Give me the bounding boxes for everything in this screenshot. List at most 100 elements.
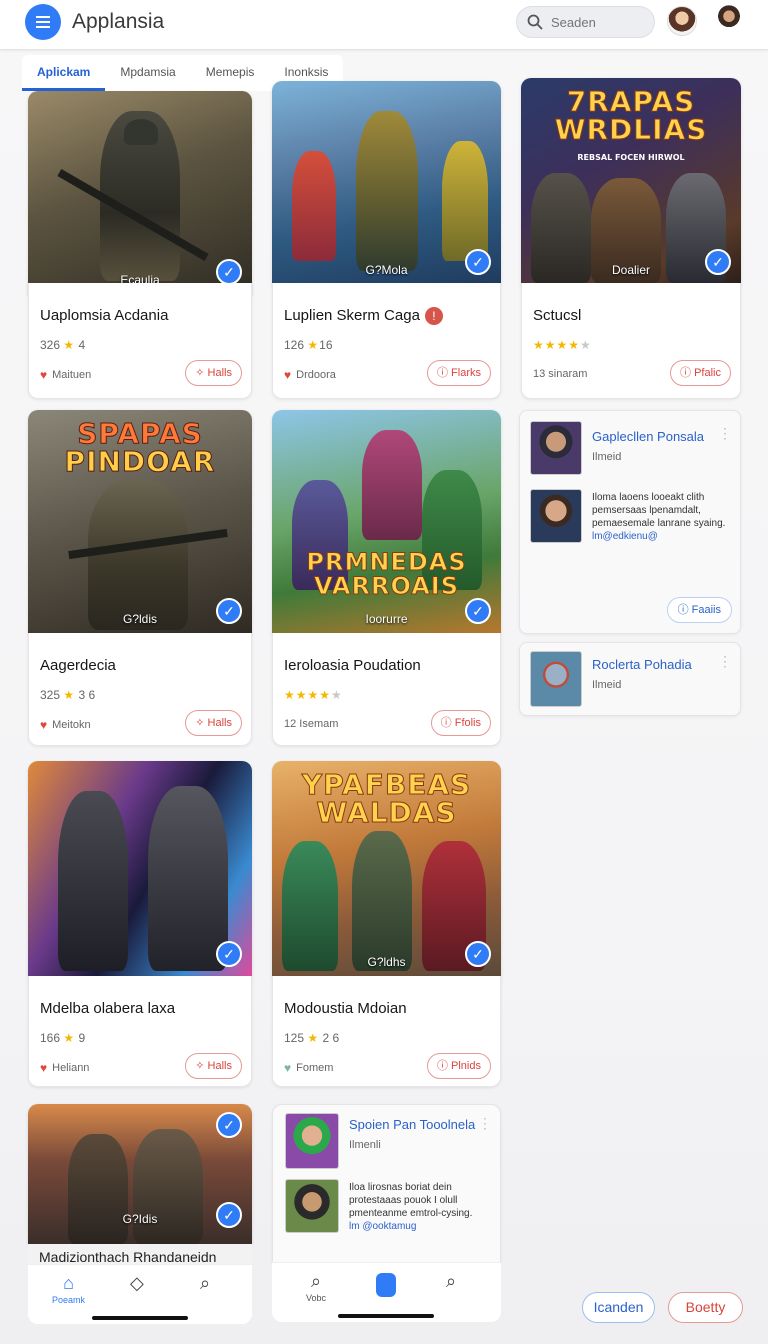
tab-memepis[interactable]: Memepis xyxy=(191,55,270,91)
game-thumbnail[interactable]: PRMNEDAS VARROAIS Ioorurre ✓ xyxy=(272,410,501,634)
card-meta: ♥ Drdoora xyxy=(284,368,336,382)
game-card[interactable]: Aagerdecia 325 ★ 3 6 ♥ Meitokn ✧ Halls xyxy=(28,633,252,746)
profile-name[interactable]: Gaplecllen Ponsala xyxy=(592,429,704,444)
game-title: Mdelba olabera laxa xyxy=(40,1000,176,1017)
nav-home[interactable]: ⌂ Poeamk xyxy=(52,1273,85,1305)
rating: 125 ★ 2 6 xyxy=(284,1031,340,1045)
game-thumbnail[interactable]: G?Idis ✓ ✓ xyxy=(28,1104,252,1244)
profile-avatar xyxy=(530,651,582,707)
nav-center[interactable] xyxy=(376,1273,396,1297)
hamburger-icon xyxy=(36,21,50,23)
card-meta: ♥ Meitokn xyxy=(40,718,91,732)
info-icon: ⓘ xyxy=(436,367,448,379)
nav-search[interactable]: ⌕ xyxy=(446,1271,456,1293)
game-title: Sctucsl xyxy=(533,307,582,324)
star-icon: ★ xyxy=(63,688,76,702)
game-card[interactable]: Ieroloasia Poudation ★★★★★ 12 Isemam ⓘ F… xyxy=(272,633,501,746)
game-thumbnail[interactable]: Ecaulia ✓ xyxy=(28,91,252,295)
profile-name[interactable]: Spoien Pan Tooolnela xyxy=(349,1117,475,1132)
check-icon[interactable]: ✓ xyxy=(705,249,731,275)
tab-mpdamsia[interactable]: Mpdamsia xyxy=(105,55,190,91)
search-box[interactable] xyxy=(516,6,655,38)
card-meta: 13 sinaram xyxy=(533,368,588,380)
nav-search-voice[interactable]: ⌕ Vobc xyxy=(306,1271,326,1303)
chat-bubble-icon: ◇ xyxy=(130,1273,144,1293)
rating: 325 ★ 3 6 xyxy=(40,688,96,702)
profile-card[interactable]: Spoien Pan Tooolnela Ilmenli ⋮ Iloa liro… xyxy=(272,1104,501,1264)
top-app-bar: Applansia xyxy=(0,0,768,50)
info-icon: ⓘ xyxy=(677,604,689,616)
check-icon[interactable]: ✓ xyxy=(465,598,491,624)
game-thumbnail[interactable]: YPAFBEAS WALDAS G?ldhs ✓ xyxy=(272,761,501,977)
profile-avatar xyxy=(285,1113,339,1169)
search-input[interactable] xyxy=(551,14,641,30)
game-thumbnail[interactable]: 7RAPAS WRDLIAS REBSAL FOCEN HIRWOL Doalier… xyxy=(521,78,741,285)
profile-card[interactable]: Gaplecllen Ponsala Ilmeid ⋮ Iloma laoens… xyxy=(519,410,741,634)
game-card[interactable]: Sctucsl ★★★★★ 13 sinaram ⓘ Pfalic xyxy=(521,283,741,399)
profile-subtitle: Ilmeid xyxy=(592,451,622,463)
star-icon: ★ xyxy=(307,1031,320,1045)
game-card[interactable]: Modoustia Mdoian 125 ★ 2 6 ♥ Fomem ⓘ Plni… xyxy=(272,976,501,1087)
home-indicator xyxy=(92,1316,188,1320)
profile-name[interactable]: Roclerta Pohadia xyxy=(592,657,692,672)
profile-avatar xyxy=(530,489,582,543)
game-title: Uaplomsia Acdania xyxy=(40,307,169,324)
card-meta: ♥ Fomem xyxy=(284,1061,334,1075)
app-title: Applansia xyxy=(72,10,165,33)
boetty-button[interactable]: Boetty xyxy=(668,1292,743,1323)
action-button[interactable]: ⓘ Flarks xyxy=(426,360,491,386)
info-icon: ⓘ xyxy=(440,717,452,729)
action-button[interactable]: ✧ Halls xyxy=(185,1053,242,1079)
more-options-icon[interactable]: ⋮ xyxy=(718,653,732,670)
game-thumbnail[interactable]: ✓ xyxy=(28,761,252,977)
game-thumbnail[interactable]: G?Mola ✓ xyxy=(272,81,501,285)
game-logo: 7RAPAS WRDLIAS REBSAL FOCEN HIRWOL xyxy=(554,85,708,162)
database-icon xyxy=(376,1273,396,1297)
game-card[interactable]: Luplien Skerm Caga! 126 ★16 ♥ Drdoora ⓘ F… xyxy=(272,283,501,399)
more-options-icon[interactable]: ⋮ xyxy=(718,425,732,442)
action-button[interactable]: ✧ Halls xyxy=(185,710,242,736)
star-icon: ★ xyxy=(307,338,320,352)
check-icon[interactable]: ✓ xyxy=(216,1112,242,1138)
card-meta: 12 Isemam xyxy=(284,718,339,730)
profile-action-button[interactable]: ⓘ Faaiis xyxy=(666,597,732,623)
action-button[interactable]: ⓘ Pfalic xyxy=(670,360,731,386)
action-button[interactable]: ✧ Halls xyxy=(185,360,242,386)
check-icon[interactable]: ✓ xyxy=(216,941,242,967)
check-icon[interactable]: ✓ xyxy=(216,598,242,624)
tab-aplickam[interactable]: Aplickam xyxy=(22,55,106,91)
info-icon: ⓘ xyxy=(680,367,692,379)
check-icon[interactable]: ✓ xyxy=(465,249,491,275)
profile-card[interactable]: Roclerta Pohadia Ilmeid ⋮ xyxy=(519,642,741,716)
star-icon: ★ xyxy=(63,1031,76,1045)
sparkle-icon: ✧ xyxy=(195,367,205,379)
game-title: Ieroloasia Poudation xyxy=(284,657,421,674)
search-icon xyxy=(527,14,543,30)
game-title: Aagerdecia xyxy=(40,657,116,674)
game-thumbnail[interactable]: SPAPAS PINDOAR G?ldis ✓ xyxy=(28,410,252,634)
action-button[interactable]: ⓘ Ffolis xyxy=(430,710,491,736)
search-icon: ⌕ xyxy=(200,1273,211,1293)
star-rating: ★★★★★ xyxy=(284,688,343,702)
action-button[interactable]: ⓘ Plnids xyxy=(426,1053,491,1079)
menu-button[interactable] xyxy=(25,4,61,40)
search-icon: ⌕ xyxy=(446,1271,457,1291)
icanden-button[interactable]: Icanden xyxy=(582,1292,655,1323)
check-icon[interactable]: ✓ xyxy=(216,259,242,285)
game-logo: YPAFBEAS WALDAS xyxy=(301,768,472,829)
check-icon[interactable]: ✓ xyxy=(216,1202,242,1228)
game-card[interactable]: Uaplomsia Acdania 326 ★ 4 ♥ Maituen ✧ Hal… xyxy=(28,283,252,399)
check-icon[interactable]: ✓ xyxy=(465,941,491,967)
home-indicator xyxy=(338,1314,434,1318)
heart-icon: ♥ xyxy=(40,1061,48,1075)
profile-description: Iloa lirosnas boriat dein protestaaas po… xyxy=(349,1182,473,1232)
card-meta: ♥ Heliann xyxy=(40,1061,90,1075)
game-card[interactable]: Mdelba olabera laxa 166 ★ 9 ♥ Heliann ✧ H… xyxy=(28,976,252,1087)
profile-avatar[interactable] xyxy=(714,5,744,37)
more-options-icon[interactable]: ⋮ xyxy=(478,1115,492,1132)
avatar[interactable] xyxy=(667,6,697,36)
heart-icon: ♥ xyxy=(284,1061,292,1075)
nav-search[interactable]: ⌕ xyxy=(200,1273,210,1295)
game-logo: PRMNEDAS VARROAIS xyxy=(306,548,467,600)
nav-chat[interactable]: ◇ xyxy=(130,1273,144,1295)
